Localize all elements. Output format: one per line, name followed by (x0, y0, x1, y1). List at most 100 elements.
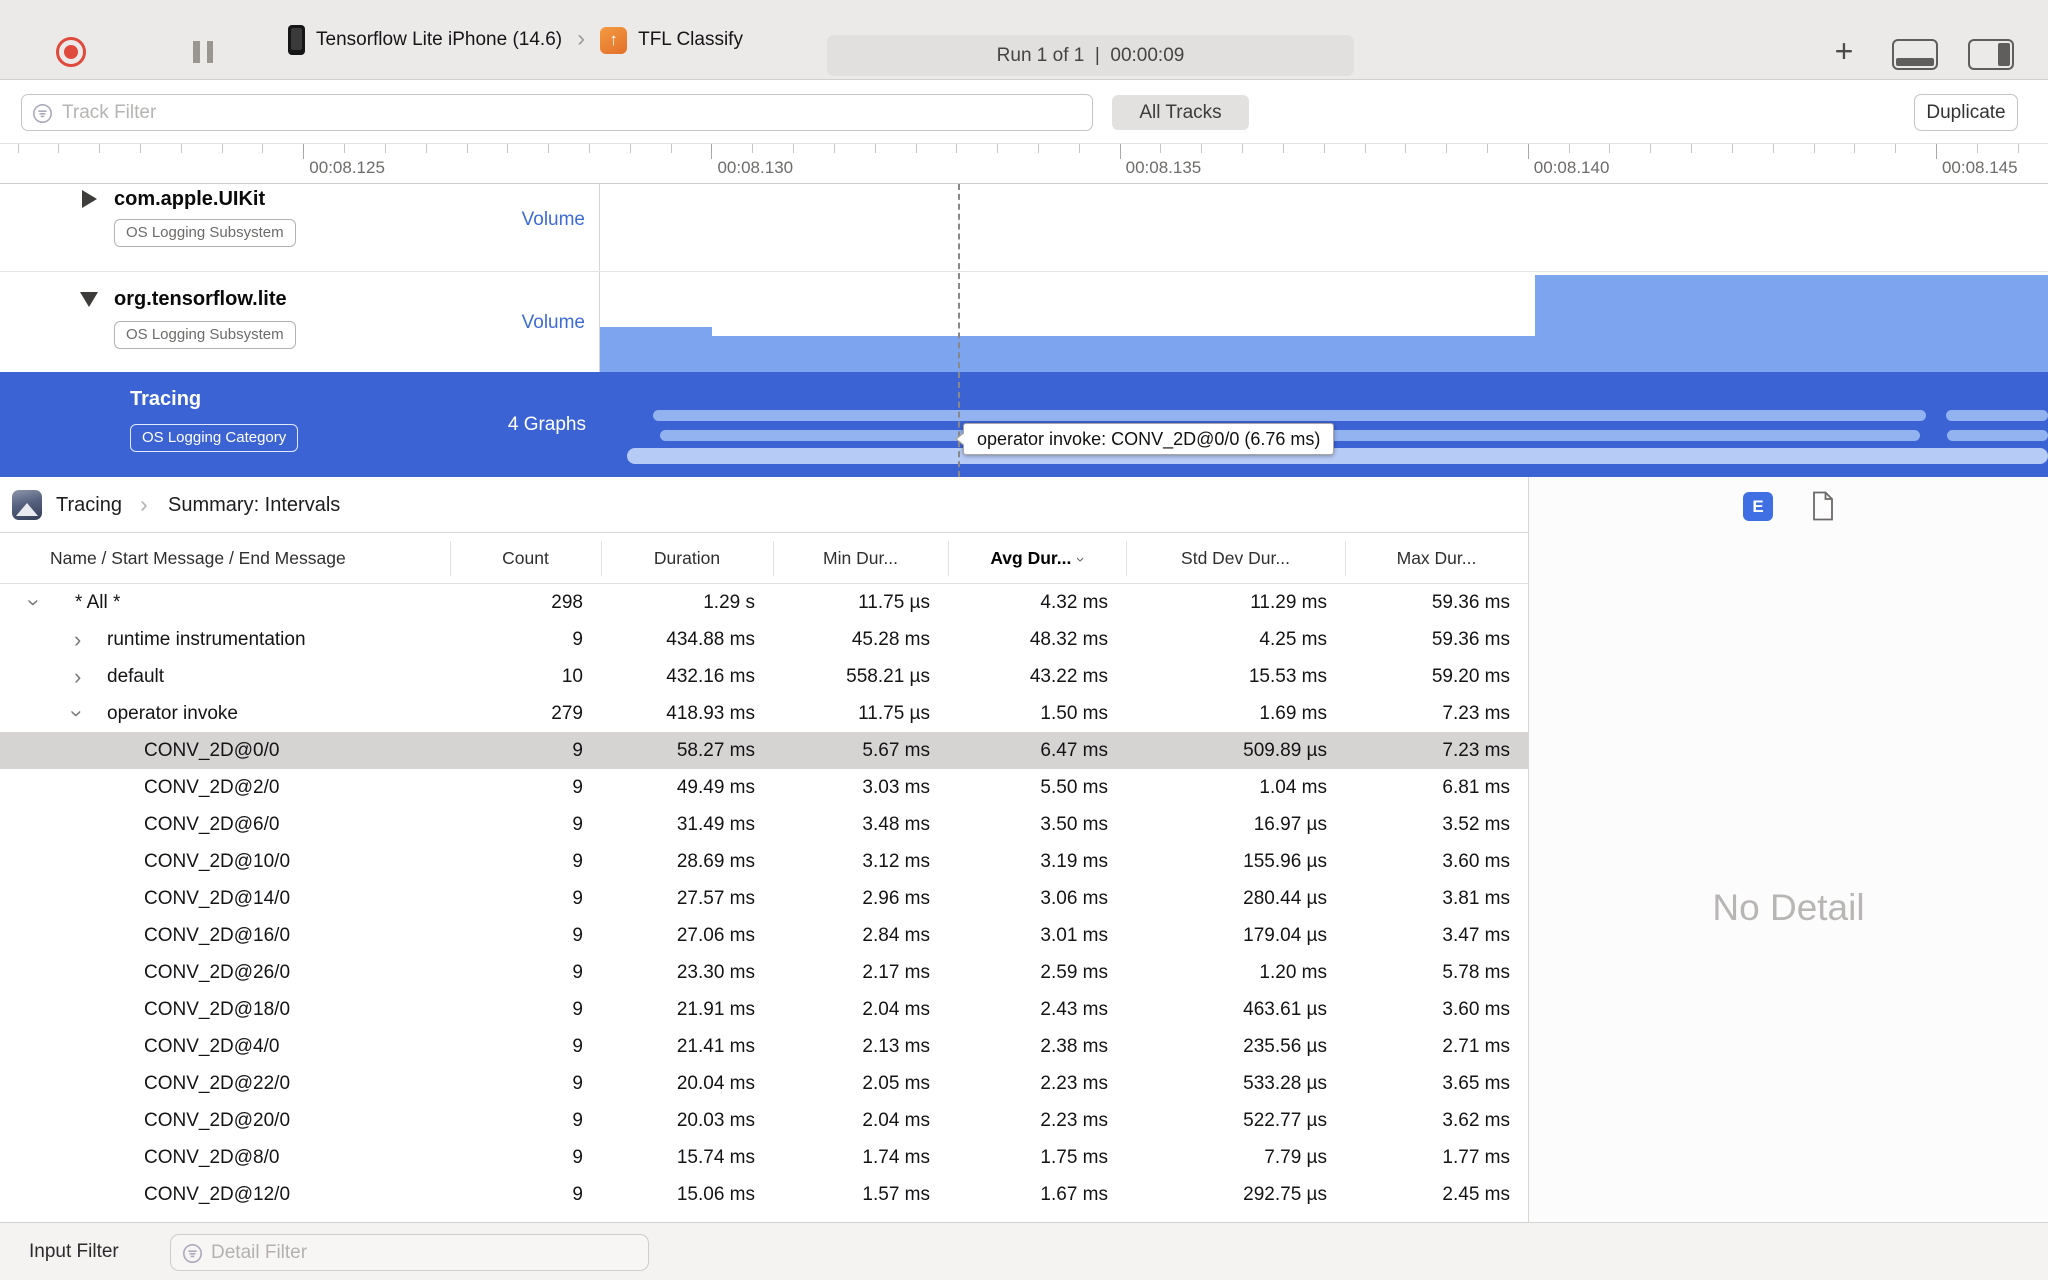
track-header[interactable]: Tracing OS Logging Category 4 Graphs (0, 372, 600, 477)
row-max: 59.36 ms (1431, 629, 1510, 650)
row-avg: 1.67 ms (1040, 1184, 1108, 1205)
table-row[interactable]: CONV_2D@14/0 9 27.57 ms 2.96 ms 3.06 ms 280.4… (0, 880, 1528, 917)
row-count: 9 (572, 629, 583, 650)
row-min: 2.05 ms (862, 1073, 930, 1094)
column-header-name[interactable]: Name / Start Message / End Message (50, 533, 450, 584)
row-max: 3.65 ms (1442, 1073, 1510, 1094)
volume-graph[interactable] (600, 272, 2048, 372)
row-name: CONV_2D@22/0 (144, 1073, 291, 1094)
row-avg: 2.43 ms (1040, 999, 1108, 1020)
column-header-stddev[interactable]: Std Dev Dur... (1126, 533, 1345, 584)
extended-detail-pane: E No Detail (1528, 477, 2048, 1222)
row-max: 5.78 ms (1442, 962, 1510, 983)
breadcrumb-page[interactable]: Summary: Intervals (168, 477, 340, 533)
row-stddev: 4.25 ms (1259, 629, 1327, 650)
add-instrument-button[interactable]: + (1826, 34, 1862, 70)
row-max: 7.23 ms (1442, 703, 1510, 724)
breadcrumb: Tracing › Summary: Intervals (0, 477, 1528, 533)
row-min: 2.17 ms (862, 962, 930, 983)
row-min: 3.48 ms (862, 814, 930, 835)
table-row[interactable]: CONV_2D@16/0 9 27.06 ms 2.84 ms 3.01 ms 179.0… (0, 917, 1528, 954)
column-header-duration[interactable]: Duration (601, 533, 773, 584)
row-stddev: 1.04 ms (1259, 777, 1327, 798)
track-filter-field[interactable] (21, 94, 1093, 131)
row-disclosure-icon[interactable]: › (16, 599, 53, 606)
ruler-label: 00:08.135 (1125, 158, 1202, 177)
track-org-tensorflow-lite[interactable]: org.tensorflow.lite OS Logging Subsystem… (0, 272, 2048, 372)
document-icon[interactable] (1811, 491, 1835, 526)
interval-capsule[interactable] (1947, 430, 2048, 441)
timeline-ruler[interactable]: 00:08.125 00:08.130 00:08.135 00:08.140 00:0… (0, 144, 2048, 184)
volume-segment (1535, 275, 2048, 372)
toggle-right-panel-button[interactable] (1968, 39, 2014, 70)
row-avg: 43.22 ms (1029, 666, 1108, 687)
row-disclosure-icon[interactable]: › (74, 621, 81, 658)
table-row[interactable]: › operator invoke 279 418.93 ms 11.75 µs 1.50… (0, 695, 1528, 732)
detail-filter-field[interactable] (170, 1234, 649, 1271)
track-com-apple-uikit[interactable]: com.apple.UIKit OS Logging Subsystem Vol… (0, 184, 2048, 272)
row-disclosure-icon[interactable]: › (74, 658, 81, 695)
filter-icon (182, 1243, 203, 1269)
column-header-count[interactable]: Count (450, 533, 601, 584)
column-header-min[interactable]: Min Dur... (773, 533, 948, 584)
table-row[interactable]: › default 10 432.16 ms 558.21 µs 43.22 ms 15.5… (0, 658, 1528, 695)
row-max: 59.20 ms (1431, 666, 1510, 687)
all-tracks-button[interactable]: All Tracks (1112, 95, 1249, 130)
track-badge: OS Logging Subsystem (114, 219, 296, 247)
row-count: 9 (572, 962, 583, 983)
row-stddev: 522.77 µs (1243, 1110, 1327, 1131)
row-name: CONV_2D@20/0 (144, 1110, 291, 1131)
table-row[interactable]: CONV_2D@20/0 9 20.03 ms 2.04 ms 2.23 ms 522.7… (0, 1102, 1528, 1139)
interval-capsule[interactable] (627, 448, 2048, 464)
interval-graph[interactable]: operator invoke: CONV_2D@0/0 (6.76 ms) (600, 372, 2048, 477)
row-name: CONV_2D@18/0 (144, 999, 291, 1020)
row-avg: 2.38 ms (1040, 1036, 1108, 1057)
column-header-avg[interactable]: Avg Dur...› (948, 533, 1126, 585)
disclosure-triangle-icon[interactable] (82, 190, 97, 208)
row-duration: 432.16 ms (666, 666, 755, 687)
row-avg: 6.47 ms (1040, 740, 1108, 761)
track-meta-label: Volume (521, 209, 585, 230)
row-duration: 20.03 ms (676, 1110, 755, 1131)
table-row[interactable]: CONV_2D@26/0 9 23.30 ms 2.17 ms 2.59 ms 1.20 … (0, 954, 1528, 991)
app-name: TFL Classify (638, 29, 743, 50)
table-row[interactable]: CONV_2D@12/0 9 15.06 ms 1.57 ms 1.67 ms 292.7… (0, 1176, 1528, 1213)
table-row[interactable]: CONV_2D@10/0 9 28.69 ms 3.12 ms 3.19 ms 155.9… (0, 843, 1528, 880)
target-selector[interactable]: Tensorflow Lite iPhone (14.6) › ↑ TFL Cl… (288, 0, 743, 80)
track-tracing-selected[interactable]: Tracing OS Logging Category 4 Graphs ope… (0, 372, 2048, 477)
detail-filter-input[interactable] (211, 1235, 640, 1270)
track-header[interactable]: com.apple.UIKit OS Logging Subsystem Vol… (0, 184, 600, 271)
table-row[interactable]: › * All * 298 1.29 s 11.75 µs 4.32 ms 11.29 ms… (0, 584, 1528, 621)
table-row[interactable]: CONV_2D@0/0 9 58.27 ms 5.67 ms 6.47 ms 509.89… (0, 732, 1528, 769)
interval-capsule[interactable] (653, 410, 1926, 421)
toggle-bottom-panel-button[interactable] (1892, 39, 1938, 70)
row-duration: 1.29 s (703, 592, 755, 613)
table-row[interactable]: CONV_2D@18/0 9 21.91 ms 2.04 ms 2.43 ms 463.6… (0, 991, 1528, 1028)
disclosure-triangle-icon[interactable] (80, 292, 98, 307)
table-row[interactable]: › runtime instrumentation 9 434.88 ms 45.28 … (0, 621, 1528, 658)
extended-detail-icon[interactable]: E (1743, 492, 1773, 521)
table-row[interactable]: CONV_2D@6/0 9 31.49 ms 3.48 ms 3.50 ms 16.97 … (0, 806, 1528, 843)
row-duration: 49.49 ms (676, 777, 755, 798)
pause-button[interactable] (193, 41, 213, 63)
table-row[interactable]: CONV_2D@4/0 9 21.41 ms 2.13 ms 2.38 ms 235.56… (0, 1028, 1528, 1065)
track-lane-uikit[interactable] (600, 184, 2048, 271)
row-stddev: 235.56 µs (1243, 1036, 1327, 1057)
table-row[interactable]: CONV_2D@22/0 9 20.04 ms 2.05 ms 2.23 ms 533.2… (0, 1065, 1528, 1102)
track-filter-input[interactable] (62, 95, 1084, 130)
interval-capsule[interactable] (1946, 410, 2048, 421)
row-disclosure-icon[interactable]: › (59, 710, 96, 717)
row-avg: 5.50 ms (1040, 777, 1108, 798)
row-name: CONV_2D@10/0 (144, 851, 291, 872)
column-header-max[interactable]: Max Dur... (1345, 533, 1528, 584)
table-row[interactable]: CONV_2D@8/0 9 15.74 ms 1.74 ms 1.75 ms 7.79 µ… (0, 1139, 1528, 1176)
duplicate-button[interactable]: Duplicate (1914, 94, 2018, 131)
track-header[interactable]: org.tensorflow.lite OS Logging Subsystem… (0, 272, 600, 372)
track-meta-label: 4 Graphs (507, 414, 586, 435)
row-name: CONV_2D@8/0 (144, 1147, 280, 1168)
volume-segment (712, 336, 1535, 372)
breadcrumb-root[interactable]: Tracing (56, 477, 122, 533)
row-min: 1.74 ms (862, 1147, 930, 1168)
record-button[interactable] (56, 37, 86, 67)
table-row[interactable]: CONV_2D@2/0 9 49.49 ms 3.03 ms 5.50 ms 1.04 m… (0, 769, 1528, 806)
